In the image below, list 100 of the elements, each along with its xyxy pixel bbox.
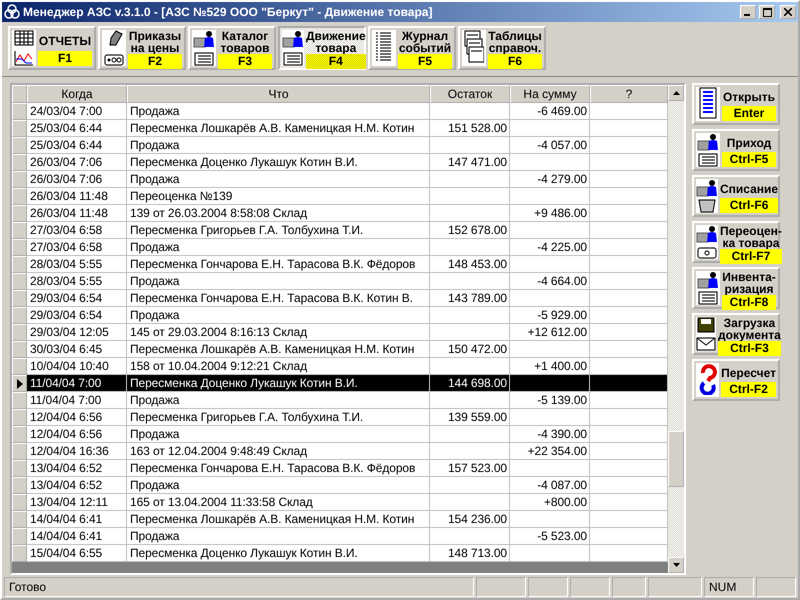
- action-button[interactable]: Инвента- ризация Ctrl-F8: [692, 267, 780, 309]
- table-cell: Продажа: [127, 426, 430, 443]
- price-tag-icon: [697, 247, 717, 259]
- table-cell: -4 279.00: [510, 171, 590, 188]
- table-cell: 29/03/04 6:54: [27, 307, 127, 324]
- toolbar-button[interactable]: Каталог товаров F3: [188, 26, 276, 70]
- vertical-scrollbar[interactable]: [668, 85, 684, 573]
- action-button[interactable]: Приход Ctrl-F5: [692, 129, 780, 171]
- table-cell: Пересменка Доценко Лукашук Котин В.И.: [127, 154, 430, 171]
- action-button[interactable]: Открыть Enter: [692, 83, 780, 125]
- table-cell: 13/04/04 6:52: [27, 460, 127, 477]
- table-cell: 139 559.00: [430, 409, 510, 426]
- table-cell: Пересменка Гончарова Е.Н. Тарасова В.К. Фёдоров: [127, 460, 430, 477]
- action-button[interactable]: Загрузка документа Ctrl-F3: [692, 313, 780, 355]
- table-cell: Продажа: [127, 239, 430, 256]
- table-cell: 157 523.00: [430, 460, 510, 477]
- toolbar-button[interactable]: Журнал событий F5: [368, 26, 456, 70]
- status-panel: [756, 577, 796, 597]
- minimize-button[interactable]: [740, 5, 756, 19]
- table-cell: Переоценка №139: [127, 188, 430, 205]
- table-cell: 150 472.00: [430, 341, 510, 358]
- window-title: Менеджер АЗС v.3.1.0 - [АЗС №529 ООО "Беркут" - Движение товара]: [23, 5, 434, 19]
- sheet-icon: [283, 52, 303, 66]
- table-cell: Продажа: [127, 307, 430, 324]
- table-cell: Пересменка Гончарова Е.Н. Тарасова В.К. Фёдоров: [127, 256, 430, 273]
- table-cell: Пересменка Доценко Лукашук Котин В.И.: [127, 545, 430, 562]
- table-cell: 12/04/04 16:36: [27, 443, 127, 460]
- status-panel: [612, 577, 646, 597]
- table-cell: 13/04/04 12:11: [27, 494, 127, 511]
- table-cell: Пересменка Доценко Лукашук Котин В.И.: [127, 375, 430, 392]
- status-panel: [528, 577, 568, 597]
- table-cell: 12/04/04 6:56: [27, 409, 127, 426]
- envelope-icon: [696, 337, 716, 351]
- table-cell: -4 390.00: [510, 426, 590, 443]
- table-cell: Пересменка Лошкарёв А.В. Каменицкая Н.М. Котин: [127, 341, 430, 358]
- close-icon: [784, 8, 792, 16]
- status-text: Готово: [4, 577, 474, 597]
- table-cell: Пересменка Гончарова Е.Н. Тарасова В.К. Котин В.: [127, 290, 430, 307]
- table-cell: -4 087.00: [510, 477, 590, 494]
- trash-basket-icon: [698, 199, 716, 213]
- table-cell: 15/04/04 6:55: [27, 545, 127, 562]
- table-cell: 26/03/04 11:48: [27, 205, 127, 222]
- scroll-thumb[interactable]: [668, 431, 684, 487]
- table-cell: 12/04/04 6:56: [27, 426, 127, 443]
- action-button[interactable]: Пересчет Ctrl-F2: [692, 359, 780, 401]
- column-header[interactable]: Остаток: [430, 85, 510, 103]
- table-cell: Продажа: [127, 103, 430, 120]
- table-cell: 158 от 10.04.2004 9:12:21 Склад: [127, 358, 430, 375]
- table-cell: 26/03/04 7:06: [27, 171, 127, 188]
- num-lock-indicator: NUM: [704, 577, 754, 597]
- action-button[interactable]: Списание Ctrl-F6: [692, 175, 780, 217]
- table-cell: Пересменка Григорьев Г.А. Толбухина Т.И.: [127, 222, 430, 239]
- toolbar-button[interactable]: Таблицы справоч. F6: [458, 26, 546, 70]
- table-cell: 26/03/04 11:48: [27, 188, 127, 205]
- app-logo-icon: [4, 4, 20, 20]
- column-header[interactable]: На сумму: [510, 85, 590, 103]
- document-icon: [698, 87, 718, 119]
- scroll-down-icon: [672, 563, 680, 567]
- table-cell: 148 453.00: [430, 256, 510, 273]
- table-cell: 10/04/04 10:40: [27, 358, 127, 375]
- column-header[interactable]: Что: [127, 85, 430, 103]
- table-cell: 145 от 29.03.2004 8:16:13 Склад: [127, 324, 430, 341]
- table-cell: 143 789.00: [430, 290, 510, 307]
- stacked-sheets-icon: [464, 30, 484, 64]
- table-cell: 29/03/04 12:05: [27, 324, 127, 341]
- table-icon: [14, 30, 34, 46]
- table-cell: 165 от 13.04.2004 11:33:58 Склад: [127, 494, 430, 511]
- table-cell: 24/03/04 7:00: [27, 103, 127, 120]
- table-cell: -5 523.00: [510, 528, 590, 545]
- sheet-icon: [698, 153, 718, 167]
- table-cell: 13/04/04 6:52: [27, 477, 127, 494]
- table-cell: 28/03/04 5:55: [27, 256, 127, 273]
- column-header[interactable]: Когда: [27, 85, 127, 103]
- table-cell: 144 698.00: [430, 375, 510, 392]
- table-cell: 154 236.00: [430, 511, 510, 528]
- table-cell: 25/03/04 6:44: [27, 120, 127, 137]
- action-button[interactable]: Переоцен- ка товара Ctrl-F7: [692, 221, 780, 263]
- table-cell: 14/04/04 6:41: [27, 511, 127, 528]
- row-indicator[interactable]: [12, 375, 27, 392]
- status-panel: [476, 577, 526, 597]
- toolbar-button[interactable]: Движение товара F4: [278, 26, 366, 70]
- box-person-icon: [696, 179, 718, 197]
- table-cell: +800.00: [510, 494, 590, 511]
- table-cell: 28/03/04 5:55: [27, 273, 127, 290]
- close-button[interactable]: [780, 5, 796, 19]
- table-cell: -5 139.00: [510, 392, 590, 409]
- table-cell: Продажа: [127, 528, 430, 545]
- toolbar-button[interactable]: Приказы на цены F2: [98, 26, 186, 70]
- maximize-button[interactable]: [759, 5, 775, 19]
- maximize-icon: [762, 8, 772, 16]
- table-cell: 151 528.00: [430, 120, 510, 137]
- column-header[interactable]: ?: [590, 85, 668, 103]
- toolbar-button[interactable]: ОТЧЕТЫ F1: [8, 26, 96, 70]
- table-cell: 139 от 26.03.2004 8:58:08 Склад: [127, 205, 430, 222]
- table-cell: 27/03/04 6:58: [27, 239, 127, 256]
- box-person-icon: [193, 30, 215, 48]
- table-cell: +12 612.00: [510, 324, 590, 341]
- table-cell: 11/04/04 7:00: [27, 375, 127, 392]
- table-cell: 26/03/04 7:06: [27, 154, 127, 171]
- table-cell: Продажа: [127, 273, 430, 290]
